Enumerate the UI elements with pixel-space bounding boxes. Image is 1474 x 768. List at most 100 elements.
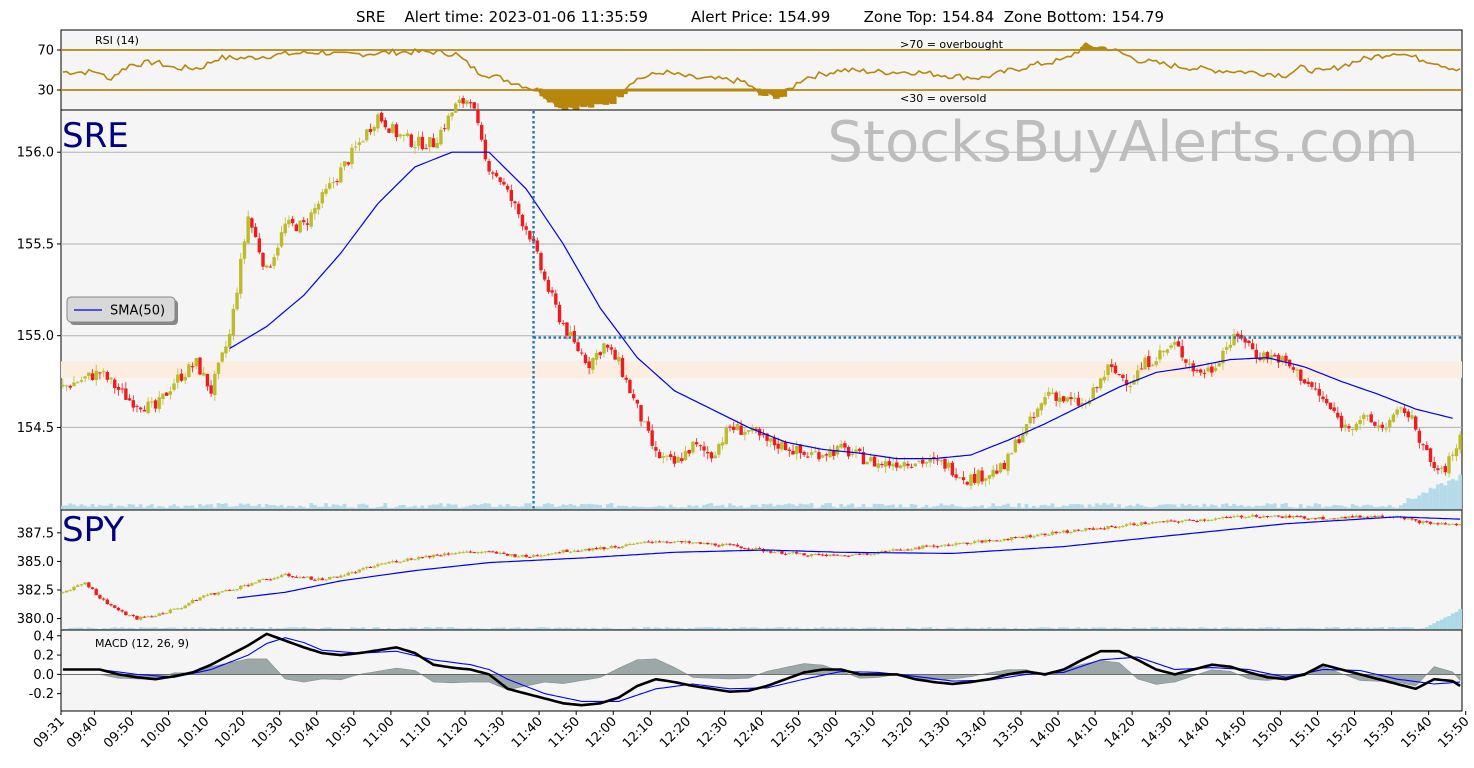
- sre-candle: [1254, 349, 1258, 359]
- sre-candle: [353, 146, 358, 148]
- sre-volume-bar: [264, 504, 269, 510]
- sre-candle: [1376, 425, 1381, 428]
- spy-candle: [239, 585, 243, 589]
- sre-candle: [268, 266, 273, 268]
- sre-volume-bar: [579, 503, 584, 510]
- sre-volume-bar: [976, 506, 981, 510]
- spy-candle: [242, 585, 247, 587]
- sre-volume-bar: [1213, 505, 1218, 510]
- sre-volume-bar: [668, 504, 673, 510]
- sre-candle: [565, 322, 569, 336]
- sre-candle: [835, 445, 840, 455]
- spy-candle: [290, 576, 295, 578]
- spy-candle: [865, 553, 869, 555]
- sre-volume-bar: [379, 506, 384, 510]
- sre-candle: [1098, 378, 1103, 389]
- sre-volume-bar: [1065, 505, 1070, 510]
- sre-volume-bar: [1161, 504, 1166, 510]
- sre-volume-bar: [1095, 503, 1099, 510]
- time-tick-label: 14:30: [1139, 714, 1176, 751]
- spy-candle: [1236, 515, 1240, 517]
- sre-volume-bar: [476, 505, 480, 510]
- sre-candle: [1047, 391, 1051, 396]
- sre-candle: [1013, 439, 1018, 453]
- sre-candle: [257, 238, 261, 253]
- sre-volume-bar: [1436, 484, 1440, 510]
- spy-candle: [624, 544, 628, 547]
- spy-candle: [98, 595, 102, 599]
- sre-candle: [1017, 439, 1021, 443]
- spy-candle: [1221, 516, 1225, 518]
- spy-candle: [520, 555, 525, 557]
- sre-candle: [1158, 350, 1162, 360]
- sre-candle: [724, 427, 728, 444]
- sre-candle: [935, 459, 940, 461]
- sre-volume-bar: [420, 505, 425, 510]
- spy-candle: [1098, 528, 1103, 530]
- spy-candle: [468, 551, 473, 553]
- sre-volume-bar: [1280, 503, 1285, 510]
- spy-candle: [795, 552, 799, 554]
- sre-candle: [476, 109, 480, 124]
- spy-candle: [672, 541, 677, 543]
- sre-volume-bar: [1410, 498, 1414, 510]
- macd-axis-tick-label: 0.0: [33, 668, 54, 683]
- sre-candle: [524, 226, 528, 230]
- sre-candle: [1310, 382, 1314, 387]
- sre-candle: [676, 456, 680, 463]
- sre-candle: [950, 462, 955, 476]
- spy-candle: [216, 592, 221, 595]
- sre-candle: [691, 441, 695, 453]
- sre-volume-bar: [275, 506, 280, 510]
- sre-candle: [1317, 389, 1322, 396]
- sre-candle: [917, 460, 921, 462]
- sre-candle: [1443, 466, 1448, 473]
- spy-candle: [802, 553, 806, 556]
- sre-candle: [1406, 411, 1410, 418]
- sre-candle: [1102, 376, 1107, 381]
- sre-candle: [987, 475, 992, 479]
- sre-candle: [872, 456, 877, 467]
- sre-candle: [661, 456, 665, 458]
- sre-candle: [991, 469, 995, 477]
- spy-candle: [1354, 515, 1359, 518]
- spy-candle: [420, 557, 425, 559]
- spy-candle: [798, 553, 803, 555]
- sre-volume-bar: [209, 504, 213, 510]
- sre-volume-bar: [238, 503, 243, 510]
- sre-volume-bar: [731, 505, 736, 510]
- spy-candle: [220, 591, 224, 593]
- spy-candle: [198, 597, 202, 601]
- sre-candle: [1161, 351, 1166, 353]
- sre-volume-bar: [913, 504, 918, 510]
- spy-candle: [224, 589, 228, 592]
- sre-volume-bar: [309, 503, 314, 510]
- sre-volume-bar: [1261, 505, 1266, 510]
- spy-candle: [1343, 516, 1347, 519]
- spy-candle: [995, 540, 999, 542]
- sre-volume-bar: [750, 504, 755, 510]
- time-tick-label: 15:10: [1287, 714, 1324, 751]
- spy-candle: [187, 603, 191, 606]
- sre-candle: [787, 449, 791, 451]
- spy-candle: [1113, 526, 1118, 528]
- sre-candle: [1021, 433, 1025, 443]
- sre-volume-bar: [1258, 505, 1262, 510]
- sre-candle: [509, 189, 514, 202]
- sre-candle: [976, 470, 981, 484]
- sre-candle: [1117, 374, 1121, 376]
- sre-volume-bar: [235, 506, 239, 510]
- spy-candle: [465, 551, 469, 553]
- sre-candle: [1058, 397, 1062, 402]
- sre-volume-bar: [1232, 503, 1236, 510]
- spy-candle: [83, 582, 87, 585]
- time-tick-label: 15:50: [1435, 714, 1472, 751]
- sre-volume-bar: [891, 504, 895, 510]
- sre-volume-bar: [809, 503, 814, 510]
- spy-candle: [1458, 524, 1462, 526]
- sre-candle: [1180, 346, 1184, 358]
- sre-volume-bar: [887, 505, 892, 510]
- sre-candle: [101, 371, 106, 373]
- time-tick-label: 14:50: [1213, 714, 1250, 751]
- sre-candle: [131, 400, 135, 408]
